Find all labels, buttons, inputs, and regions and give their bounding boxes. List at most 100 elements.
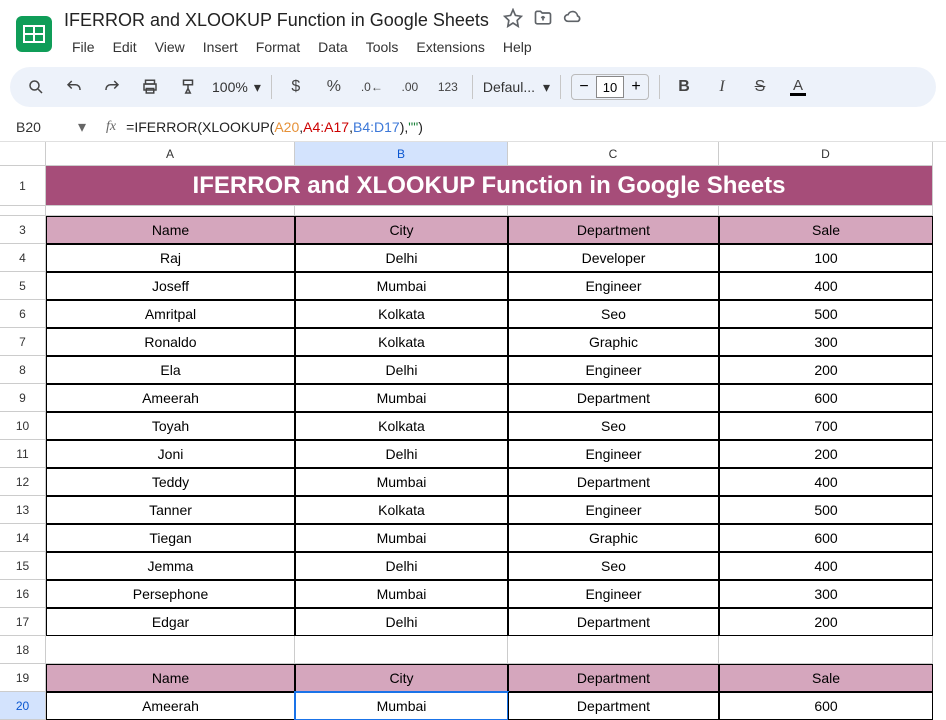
- col-header-a[interactable]: A: [46, 142, 295, 166]
- row-header-16[interactable]: 16: [0, 580, 46, 608]
- redo-icon[interactable]: [98, 73, 126, 101]
- row-header-3[interactable]: 3: [0, 216, 46, 244]
- data-cell[interactable]: Joseff: [46, 272, 295, 300]
- data-cell[interactable]: Ameerah: [46, 384, 295, 412]
- header-cell[interactable]: Department: [508, 216, 719, 244]
- row-header-8[interactable]: 8: [0, 356, 46, 384]
- menu-help[interactable]: Help: [495, 35, 540, 59]
- data-cell[interactable]: 600: [719, 384, 933, 412]
- menu-edit[interactable]: Edit: [105, 35, 145, 59]
- data-cell[interactable]: 500: [719, 496, 933, 524]
- row-header-9[interactable]: 9: [0, 384, 46, 412]
- data-cell[interactable]: Graphic: [508, 328, 719, 356]
- data-cell[interactable]: Engineer: [508, 272, 719, 300]
- data-cell[interactable]: Jemma: [46, 552, 295, 580]
- data-cell[interactable]: 600: [719, 524, 933, 552]
- zoom-select[interactable]: 100%▾: [212, 79, 261, 96]
- row-header-12[interactable]: 12: [0, 468, 46, 496]
- result-cell[interactable]: 600: [719, 692, 933, 720]
- menu-tools[interactable]: Tools: [358, 35, 407, 59]
- data-cell[interactable]: Ela: [46, 356, 295, 384]
- data-cell[interactable]: Delhi: [295, 244, 508, 272]
- data-cell[interactable]: Edgar: [46, 608, 295, 636]
- data-cell[interactable]: Engineer: [508, 496, 719, 524]
- data-cell[interactable]: Department: [508, 608, 719, 636]
- row-header-11[interactable]: 11: [0, 440, 46, 468]
- header-cell[interactable]: Sale: [719, 664, 933, 692]
- data-cell[interactable]: Persephone: [46, 580, 295, 608]
- data-cell[interactable]: Kolkata: [295, 300, 508, 328]
- search-icon[interactable]: [22, 73, 50, 101]
- data-cell[interactable]: Tiegan: [46, 524, 295, 552]
- undo-icon[interactable]: [60, 73, 88, 101]
- data-cell[interactable]: Graphic: [508, 524, 719, 552]
- menu-insert[interactable]: Insert: [195, 35, 246, 59]
- data-cell[interactable]: Ronaldo: [46, 328, 295, 356]
- menu-file[interactable]: File: [64, 35, 103, 59]
- row-header-17[interactable]: 17: [0, 608, 46, 636]
- data-cell[interactable]: 700: [719, 412, 933, 440]
- row-header-7[interactable]: 7: [0, 328, 46, 356]
- data-cell[interactable]: Raj: [46, 244, 295, 272]
- percent-icon[interactable]: %: [320, 73, 348, 101]
- row-header-20[interactable]: 20: [0, 692, 46, 720]
- data-cell[interactable]: 400: [719, 272, 933, 300]
- data-cell[interactable]: Mumbai: [295, 524, 508, 552]
- currency-icon[interactable]: $: [282, 73, 310, 101]
- data-cell[interactable]: Mumbai: [295, 580, 508, 608]
- data-cell[interactable]: Engineer: [508, 580, 719, 608]
- data-cell[interactable]: 500: [719, 300, 933, 328]
- data-cell[interactable]: 300: [719, 328, 933, 356]
- header-cell[interactable]: Department: [508, 664, 719, 692]
- data-cell[interactable]: Kolkata: [295, 328, 508, 356]
- header-cell[interactable]: City: [295, 664, 508, 692]
- row-header-13[interactable]: 13: [0, 496, 46, 524]
- font-size-input[interactable]: [596, 76, 624, 98]
- data-cell[interactable]: Mumbai: [295, 272, 508, 300]
- star-icon[interactable]: [503, 8, 523, 33]
- menu-extensions[interactable]: Extensions: [408, 35, 492, 59]
- header-cell[interactable]: Name: [46, 216, 295, 244]
- data-cell[interactable]: Department: [508, 384, 719, 412]
- header-cell[interactable]: Name: [46, 664, 295, 692]
- row-header-18[interactable]: 18: [0, 636, 46, 664]
- data-cell[interactable]: 100: [719, 244, 933, 272]
- data-cell[interactable]: Seo: [508, 300, 719, 328]
- data-cell[interactable]: 200: [719, 356, 933, 384]
- move-folder-icon[interactable]: [533, 8, 553, 33]
- col-header-d[interactable]: D: [719, 142, 933, 166]
- row-header-15[interactable]: 15: [0, 552, 46, 580]
- data-cell[interactable]: Toyah: [46, 412, 295, 440]
- title-cell[interactable]: IFERROR and XLOOKUP Function in Google S…: [46, 166, 933, 206]
- row-header-4[interactable]: 4: [0, 244, 46, 272]
- data-cell[interactable]: Delhi: [295, 608, 508, 636]
- data-cell[interactable]: Delhi: [295, 356, 508, 384]
- font-family-select[interactable]: Defaul...▾: [483, 79, 550, 96]
- menu-view[interactable]: View: [147, 35, 193, 59]
- row-header-1[interactable]: 1: [0, 166, 46, 206]
- name-box[interactable]: B20: [16, 119, 78, 135]
- text-color-button[interactable]: A: [784, 73, 812, 101]
- data-cell[interactable]: Engineer: [508, 440, 719, 468]
- data-cell[interactable]: 300: [719, 580, 933, 608]
- data-cell[interactable]: 400: [719, 468, 933, 496]
- menu-data[interactable]: Data: [310, 35, 356, 59]
- row-header-19[interactable]: 19: [0, 664, 46, 692]
- row-header-2[interactable]: [0, 206, 46, 216]
- data-cell[interactable]: Seo: [508, 552, 719, 580]
- font-size-increase[interactable]: +: [624, 75, 648, 99]
- cloud-status-icon[interactable]: [563, 8, 583, 33]
- formula-bar[interactable]: =IFERROR(XLOOKUP(A20,A4:A17,B4:D17),""): [126, 119, 423, 136]
- data-cell[interactable]: Developer: [508, 244, 719, 272]
- data-cell[interactable]: 200: [719, 608, 933, 636]
- chevron-down-icon[interactable]: ▾: [78, 117, 86, 137]
- row-header-14[interactable]: 14: [0, 524, 46, 552]
- col-header-b[interactable]: B: [295, 142, 508, 166]
- col-header-c[interactable]: C: [508, 142, 719, 166]
- data-cell[interactable]: Mumbai: [295, 468, 508, 496]
- bold-button[interactable]: B: [670, 73, 698, 101]
- data-cell[interactable]: Mumbai: [295, 384, 508, 412]
- data-cell[interactable]: Engineer: [508, 356, 719, 384]
- data-cell[interactable]: Department: [508, 468, 719, 496]
- data-cell[interactable]: Seo: [508, 412, 719, 440]
